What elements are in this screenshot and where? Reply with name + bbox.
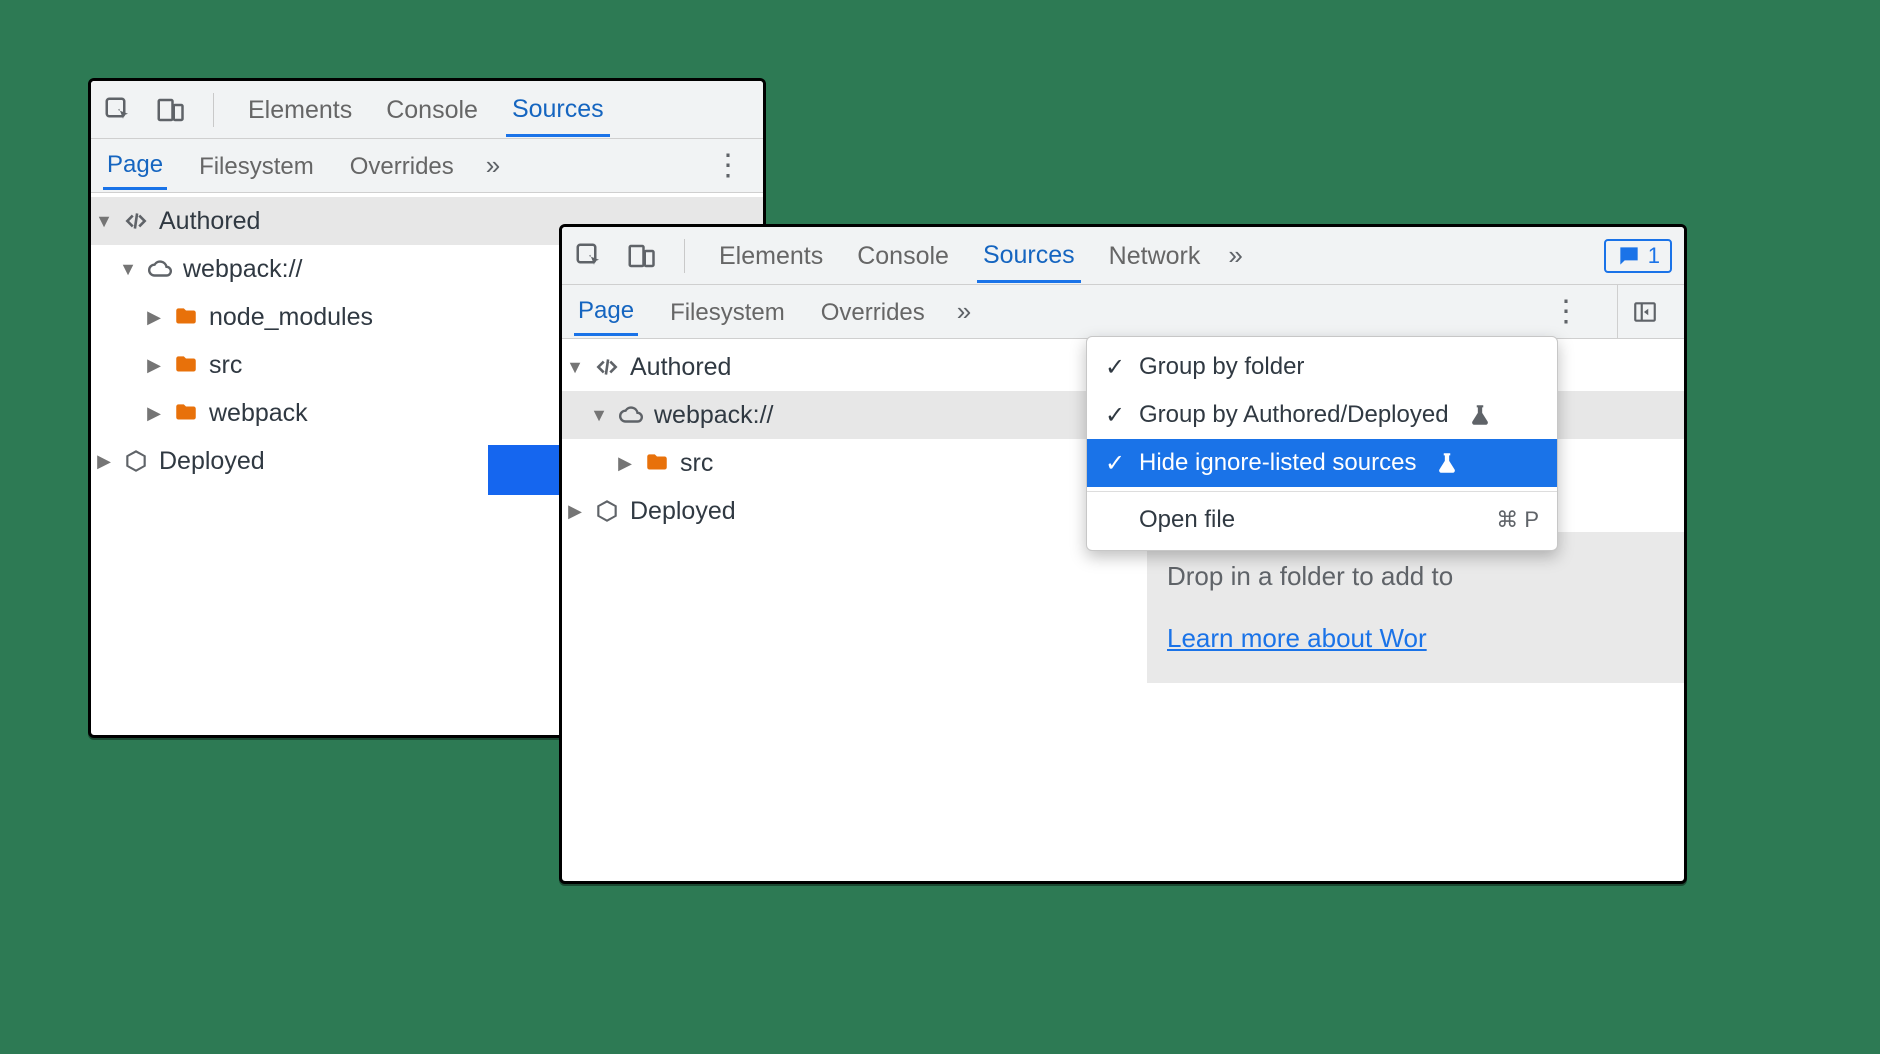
cube-icon — [123, 448, 149, 474]
top-tab-strip: Elements Console Sources — [91, 81, 763, 139]
subtab-overrides[interactable]: Overrides — [346, 143, 458, 189]
tree-label: webpack — [209, 401, 308, 426]
tab-sources[interactable]: Sources — [506, 83, 610, 137]
cloud-icon — [147, 256, 173, 282]
menu-label: Group by folder — [1139, 353, 1304, 381]
chevron-right-icon — [145, 308, 163, 326]
subtab-page[interactable]: Page — [574, 287, 638, 336]
tab-elements[interactable]: Elements — [242, 84, 358, 135]
device-toggle-icon[interactable] — [155, 95, 185, 125]
kebab-menu-icon[interactable]: ⋮ — [1543, 294, 1589, 329]
more-tabs-icon[interactable]: » — [1228, 240, 1242, 271]
tab-elements[interactable]: Elements — [713, 230, 829, 281]
tree-label: webpack:// — [183, 257, 303, 282]
tree-label: Authored — [630, 355, 731, 380]
code-brackets-icon — [123, 208, 149, 234]
workspace-hint-line: Drop in a folder to add to — [1167, 556, 1687, 598]
sources-options-menu: ✓ Group by folder ✓ Group by Authored/De… — [1086, 336, 1558, 551]
menu-hide-ignore-listed[interactable]: ✓ Hide ignore-listed sources — [1087, 439, 1557, 487]
more-tabs-icon[interactable]: » — [486, 150, 500, 181]
top-tab-strip: Elements Console Sources Network » 1 — [562, 227, 1684, 285]
check-icon: ✓ — [1105, 353, 1125, 382]
workspace-hint: Drop in a folder to add to Learn more ab… — [1147, 532, 1687, 683]
folder-icon — [173, 400, 199, 426]
menu-shortcut: ⌘ P — [1496, 507, 1539, 533]
sidebar-collapse-icon — [1632, 299, 1658, 325]
sources-sub-tabs: Page Filesystem Overrides » ⋮ — [91, 139, 763, 193]
chevron-down-icon — [95, 212, 113, 230]
tab-console[interactable]: Console — [380, 84, 484, 135]
feedback-badge[interactable]: 1 — [1604, 239, 1672, 273]
chevron-right-icon — [95, 452, 113, 470]
feedback-count: 1 — [1648, 243, 1660, 269]
kebab-menu-icon[interactable]: ⋮ — [705, 148, 751, 183]
tab-console[interactable]: Console — [851, 230, 955, 281]
code-brackets-icon — [594, 354, 620, 380]
divider — [684, 239, 685, 273]
tree-label: src — [209, 353, 242, 378]
tree-label: node_modules — [209, 305, 373, 330]
chevron-right-icon — [566, 502, 584, 520]
tree-label: Deployed — [159, 449, 265, 474]
cube-icon — [594, 498, 620, 524]
toggle-navigator-pane[interactable] — [1617, 285, 1672, 338]
subtab-overrides[interactable]: Overrides — [817, 289, 929, 335]
menu-group-by-folder[interactable]: ✓ Group by folder — [1087, 343, 1557, 391]
inspect-icon[interactable] — [574, 241, 604, 271]
feedback-icon — [1616, 243, 1642, 269]
chevron-right-icon — [145, 356, 163, 374]
chevron-down-icon — [119, 260, 137, 278]
sources-sub-tabs: Page Filesystem Overrides » ⋮ — [562, 285, 1684, 339]
folder-icon — [173, 304, 199, 330]
check-icon: ✓ — [1105, 401, 1125, 430]
menu-label: Open file — [1139, 506, 1235, 534]
chevron-down-icon — [566, 358, 584, 376]
tree-label: webpack:// — [654, 403, 774, 428]
check-icon: ✓ — [1105, 449, 1125, 478]
subtab-page[interactable]: Page — [103, 141, 167, 190]
chevron-right-icon — [616, 454, 634, 472]
workspace-learn-more-link[interactable]: Learn more about Wor — [1167, 623, 1427, 653]
devtools-panel-after: Elements Console Sources Network » 1 Pag… — [559, 224, 1687, 884]
menu-open-file[interactable]: Open file ⌘ P — [1087, 496, 1557, 544]
divider — [213, 93, 214, 127]
folder-icon — [644, 450, 670, 476]
folder-icon — [173, 352, 199, 378]
menu-separator — [1087, 491, 1557, 492]
subtab-filesystem[interactable]: Filesystem — [195, 143, 318, 189]
inspect-icon[interactable] — [103, 95, 133, 125]
device-toggle-icon[interactable] — [626, 241, 656, 271]
more-tabs-icon[interactable]: » — [957, 296, 971, 327]
menu-label: Hide ignore-listed sources — [1139, 449, 1416, 477]
tree-label: Authored — [159, 209, 260, 234]
cloud-icon — [618, 402, 644, 428]
chevron-down-icon — [590, 406, 608, 424]
chevron-right-icon — [145, 404, 163, 422]
tree-label: Deployed — [630, 499, 736, 524]
tree-label: src — [680, 451, 713, 476]
menu-group-by-authored-deployed[interactable]: ✓ Group by Authored/Deployed — [1087, 391, 1557, 439]
menu-label: Group by Authored/Deployed — [1139, 401, 1449, 429]
tab-network[interactable]: Network — [1103, 230, 1207, 281]
flask-icon — [1467, 402, 1493, 428]
subtab-filesystem[interactable]: Filesystem — [666, 289, 789, 335]
flask-icon — [1434, 450, 1460, 476]
tab-sources[interactable]: Sources — [977, 229, 1081, 283]
